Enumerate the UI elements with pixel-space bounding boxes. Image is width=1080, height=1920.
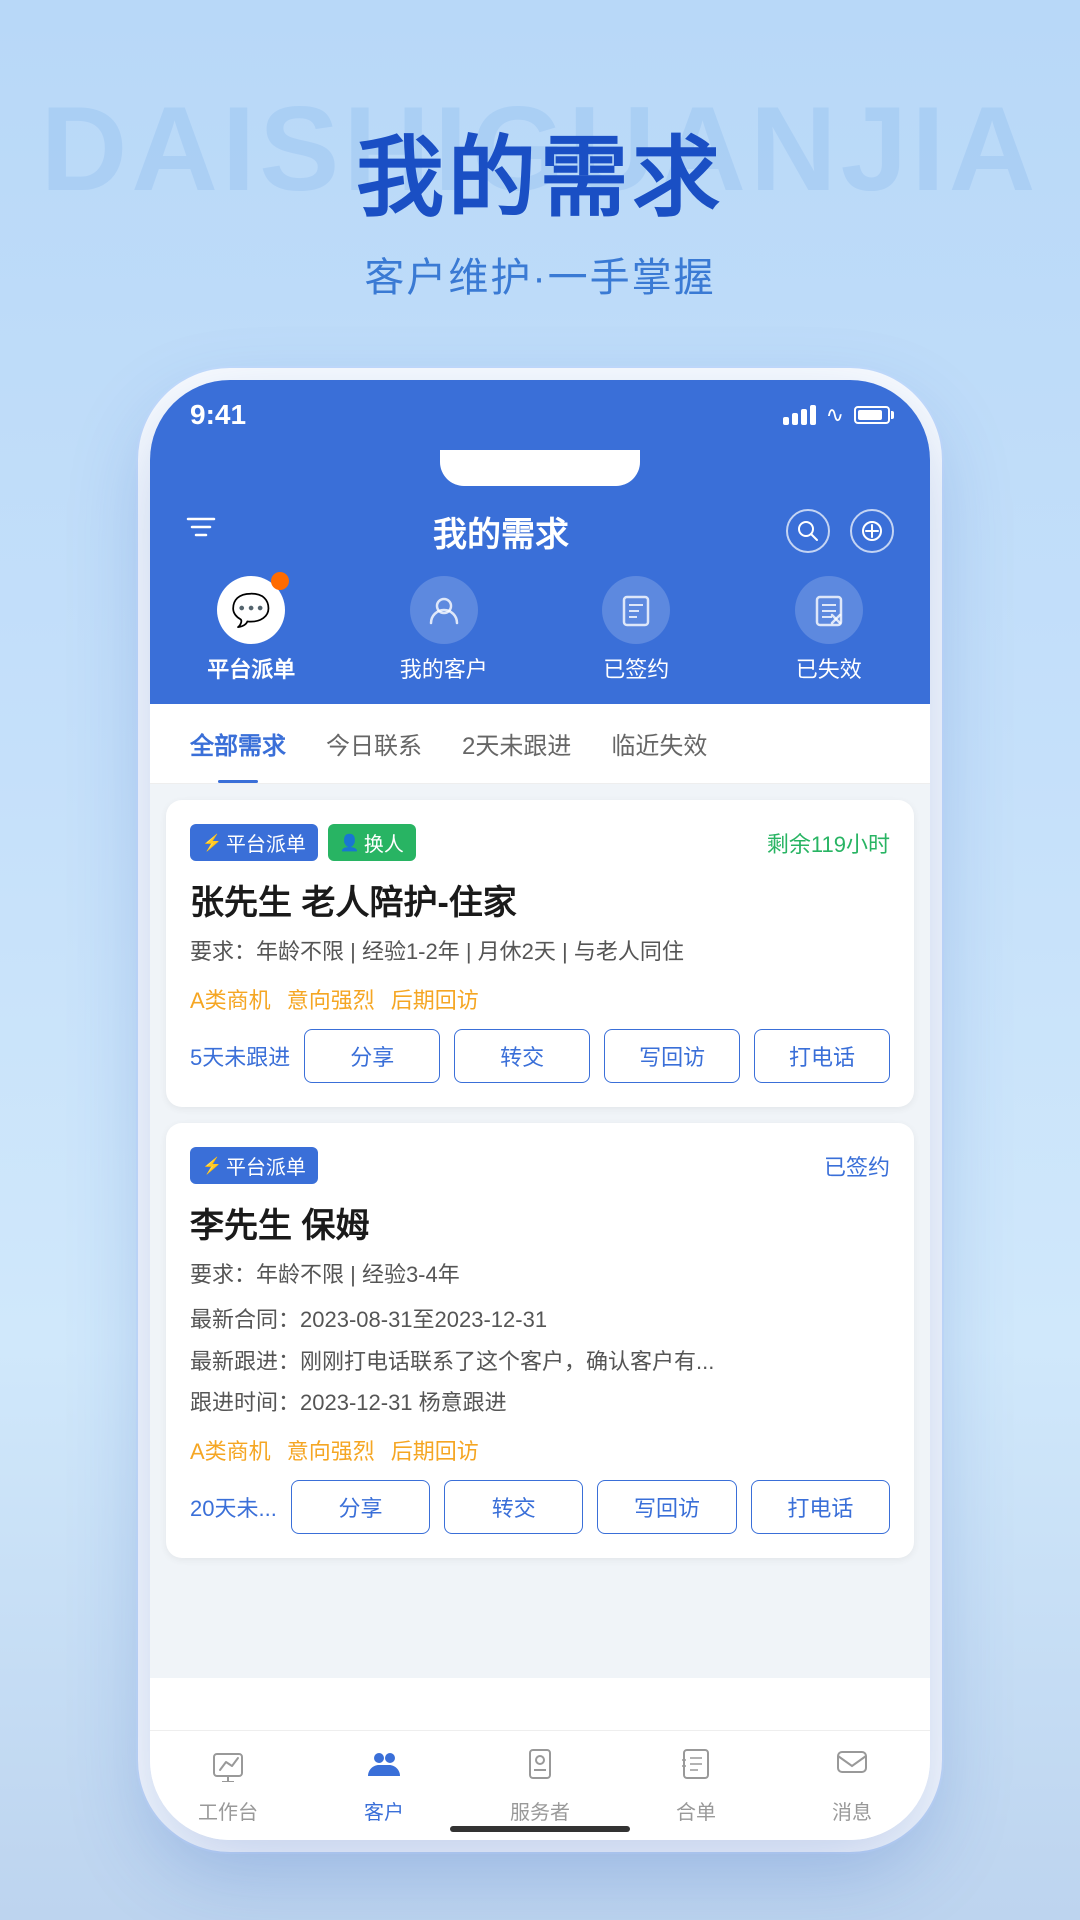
contract-label: 合单: [676, 1796, 716, 1825]
status-bar: 9:41 ∿: [150, 380, 930, 450]
phone-mockup: 9:41 ∿ 我的需求: [150, 380, 930, 1840]
card-2-follow: 最新跟进：刚刚打电话联系了这个客户，确认客户有...: [190, 1344, 890, 1379]
change-badge-1: 👤 换人: [328, 824, 416, 861]
contract-icon: [678, 1746, 714, 1790]
add-button[interactable]: [850, 509, 894, 553]
workbench-icon: [210, 1746, 246, 1790]
share-button-1[interactable]: 分享: [304, 1029, 440, 1083]
filter-tab-near-expire[interactable]: 临近失效: [591, 704, 727, 783]
content-area: 全部需求 今日联系 2天未跟进 临近失效 ⚡ 平台派单 👤 换人 剩余119小时: [150, 704, 930, 1678]
nav-right-icons: [786, 509, 894, 553]
message-label: 消息: [832, 1796, 872, 1825]
card-2-no-follow-days: 20天未...: [190, 1491, 277, 1523]
call-button-2[interactable]: 打电话: [751, 1480, 890, 1534]
service-label: 服务者: [510, 1796, 570, 1825]
card-1-tags: ⚡ 平台派单 👤 换人: [190, 824, 416, 861]
bottom-nav-workbench[interactable]: 工作台: [150, 1746, 306, 1825]
bottom-nav-service[interactable]: 服务者: [462, 1746, 618, 1825]
filter-tab-all[interactable]: 全部需求: [170, 704, 306, 783]
message-icon: [834, 1746, 870, 1790]
filter-tabs: 全部需求 今日联系 2天未跟进 临近失效: [150, 704, 930, 784]
bottom-nav-contract[interactable]: 合单: [618, 1746, 774, 1825]
filter-icon[interactable]: [186, 514, 216, 548]
status-time: 9:41: [190, 399, 246, 431]
notch-cutout: [440, 450, 640, 486]
card-2-contract: 最新合同：2023-08-31至2023-12-31: [190, 1302, 890, 1337]
platform-badge-2: ⚡ 平台派单: [190, 1147, 318, 1184]
card-2-tags: ⚡ 平台派单: [190, 1147, 318, 1184]
transfer-button-2[interactable]: 转交: [444, 1480, 583, 1534]
platform-badge-1: ⚡ 平台派单: [190, 824, 318, 861]
share-button-2[interactable]: 分享: [291, 1480, 430, 1534]
tab-platform[interactable]: 💬 平台派单: [160, 576, 343, 684]
filter-tab-no-follow[interactable]: 2天未跟进: [442, 704, 591, 783]
category-tabs: 💬 平台派单 我的客户: [150, 576, 930, 704]
bottom-nav: 工作台 客户 服务者: [150, 1730, 930, 1840]
page-subtitle: 客户维护·一手掌握: [0, 245, 1080, 303]
page-header: 我的需求 客户维护·一手掌握: [0, 0, 1080, 303]
opp-tag-a-2: A类商机: [190, 1434, 271, 1466]
remaining-badge-1: 剩余119小时: [767, 827, 890, 859]
write-followup-button-1[interactable]: 写回访: [604, 1029, 740, 1083]
opp-tag-a: A类商机: [190, 983, 271, 1015]
filter-tab-today[interactable]: 今日联系: [306, 704, 442, 783]
opp-tag-intent: 意向强烈: [287, 983, 375, 1015]
workbench-label: 工作台: [198, 1796, 258, 1825]
wifi-icon: ∿: [826, 402, 844, 428]
signal-icon: [783, 405, 816, 425]
opp-tag-followup-2: 后期回访: [391, 1434, 479, 1466]
service-icon: [522, 1746, 558, 1790]
card-2-follow-time: 跟进时间：2023-12-31 杨意跟进: [190, 1385, 890, 1420]
card-2-opp-tags: A类商机 意向强烈 后期回访: [190, 1434, 890, 1466]
card-2: ⚡ 平台派单 已签约 李先生 保姆 要求：年龄不限 | 经验3-4年 最新合同：…: [166, 1123, 914, 1558]
transfer-button-1[interactable]: 转交: [454, 1029, 590, 1083]
card-1-opp-tags: A类商机 意向强烈 后期回访: [190, 983, 890, 1015]
card-1-req: 要求：年龄不限 | 经验1-2年 | 月休2天 | 与老人同住: [190, 934, 890, 969]
home-indicator: [450, 1826, 630, 1832]
card-2-header: ⚡ 平台派单 已签约: [190, 1147, 890, 1184]
opp-tag-followup: 后期回访: [391, 983, 479, 1015]
card-1-name: 张先生 老人陪护-住家: [190, 875, 890, 924]
battery-icon: [854, 406, 890, 424]
card-2-actions: 20天未... 分享 转交 写回访 打电话: [190, 1480, 890, 1534]
page-title: 我的需求: [0, 130, 1080, 227]
tab-my-client[interactable]: 我的客户: [353, 576, 536, 684]
opp-tag-intent-2: 意向强烈: [287, 1434, 375, 1466]
card-1: ⚡ 平台派单 👤 换人 剩余119小时 张先生 老人陪护-住家 要求：年龄不限 …: [166, 800, 914, 1107]
signed-badge-2: 已签约: [824, 1150, 890, 1182]
phone-notch: [150, 450, 930, 486]
status-icons: ∿: [783, 402, 890, 428]
card-1-actions: 5天未跟进 分享 转交 写回访 打电话: [190, 1029, 890, 1083]
write-followup-button-2[interactable]: 写回访: [597, 1480, 736, 1534]
client-label: 客户: [364, 1796, 404, 1825]
bottom-nav-client[interactable]: 客户: [306, 1746, 462, 1825]
card-1-no-follow-days: 5天未跟进: [190, 1040, 290, 1072]
card-2-name: 李先生 保姆: [190, 1198, 890, 1247]
card-1-header: ⚡ 平台派单 👤 换人 剩余119小时: [190, 824, 890, 861]
call-button-1[interactable]: 打电话: [754, 1029, 890, 1083]
nav-title: 我的需求: [433, 507, 569, 556]
tab-expired[interactable]: 已失效: [738, 576, 921, 684]
tab-signed[interactable]: 已签约: [545, 576, 728, 684]
search-button[interactable]: [786, 509, 830, 553]
bottom-nav-message[interactable]: 消息: [774, 1746, 930, 1825]
nav-bar: 我的需求: [150, 486, 930, 576]
card-2-req: 要求：年龄不限 | 经验3-4年: [190, 1257, 890, 1292]
client-icon: [366, 1746, 402, 1790]
